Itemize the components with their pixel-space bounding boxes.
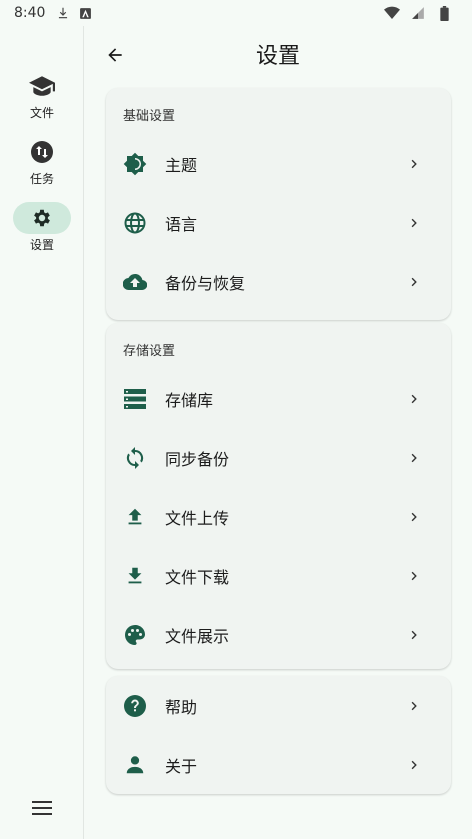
school-icon bbox=[29, 75, 55, 97]
settings-item-label: 语言 bbox=[165, 214, 198, 234]
settings-item-file-download[interactable]: 文件下载 bbox=[106, 546, 451, 605]
status-bar: 8:40 bbox=[0, 0, 472, 26]
rail-label-settings: 设置 bbox=[29, 238, 54, 252]
rail-pill-tasks bbox=[13, 136, 71, 168]
status-time: 8:40 bbox=[14, 5, 46, 21]
settings-item-label: 主题 bbox=[165, 155, 198, 175]
settings-item-label: 文件下载 bbox=[165, 567, 230, 587]
menu-icon bbox=[32, 800, 52, 816]
settings-item-label: 备份与恢复 bbox=[165, 273, 246, 293]
settings-item-file-upload[interactable]: 文件上传 bbox=[106, 487, 451, 546]
settings-item-file-display[interactable]: 文件展示 bbox=[106, 605, 451, 664]
app-notification-icon bbox=[77, 5, 93, 21]
brightness-icon bbox=[123, 152, 147, 176]
settings-item-label: 关于 bbox=[165, 756, 198, 776]
rail-item-settings[interactable]: 设置 bbox=[0, 202, 84, 262]
settings-item-language[interactable]: 语言 bbox=[106, 193, 451, 252]
chevron-right-icon bbox=[407, 451, 421, 465]
chevron-right-icon bbox=[407, 392, 421, 406]
globe-icon bbox=[123, 211, 147, 235]
settings-item-label: 帮助 bbox=[165, 697, 198, 717]
sync-icon bbox=[123, 446, 147, 470]
settings-item-backup-restore[interactable]: 备份与恢复 bbox=[106, 252, 451, 311]
rail-label-tasks: 任务 bbox=[29, 172, 54, 186]
page-title: 设置 bbox=[255, 44, 300, 69]
signal-icon bbox=[410, 5, 426, 21]
storage-icon bbox=[123, 387, 147, 411]
swap-icon bbox=[30, 140, 54, 164]
settings-item-label: 同步备份 bbox=[165, 449, 230, 469]
section-storage-settings: 存储设置 存储库 同步备份 文件上传 文件下载 文件展示 bbox=[106, 323, 451, 669]
person-icon bbox=[123, 753, 147, 777]
settings-item-theme[interactable]: 主题 bbox=[106, 134, 451, 193]
gear-icon bbox=[31, 207, 53, 229]
settings-item-label: 文件上传 bbox=[165, 508, 230, 528]
chevron-right-icon bbox=[407, 216, 421, 230]
settings-item-label: 文件展示 bbox=[165, 626, 230, 646]
chevron-right-icon bbox=[407, 758, 421, 772]
cloud-upload-icon bbox=[123, 270, 147, 294]
rail-item-files[interactable]: 文件 bbox=[0, 70, 84, 130]
section-other: 帮助 关于 bbox=[106, 676, 451, 794]
rail-label-files: 文件 bbox=[29, 106, 54, 120]
rail-pill-settings bbox=[13, 202, 71, 234]
chevron-right-icon bbox=[407, 275, 421, 289]
settings-item-repository[interactable]: 存储库 bbox=[106, 369, 451, 428]
palette-icon bbox=[123, 623, 147, 647]
help-icon bbox=[123, 694, 147, 718]
chevron-right-icon bbox=[407, 699, 421, 713]
rail-item-tasks[interactable]: 任务 bbox=[0, 136, 84, 196]
settings-item-label: 存储库 bbox=[165, 390, 214, 410]
settings-item-sync-backup[interactable]: 同步备份 bbox=[106, 428, 451, 487]
chevron-right-icon bbox=[407, 157, 421, 171]
navigation-rail: 文件 任务 设置 bbox=[0, 26, 84, 839]
section-basic-settings: 基础设置 主题 语言 备份与恢复 bbox=[106, 88, 451, 320]
wifi-icon bbox=[384, 5, 400, 21]
download-icon bbox=[123, 564, 147, 588]
settings-item-help[interactable]: 帮助 bbox=[106, 676, 451, 735]
menu-button[interactable] bbox=[26, 792, 58, 824]
chevron-right-icon bbox=[407, 628, 421, 642]
section-title: 存储设置 bbox=[123, 344, 176, 359]
chevron-right-icon bbox=[407, 510, 421, 524]
battery-icon bbox=[436, 5, 452, 21]
section-title: 基础设置 bbox=[123, 109, 176, 124]
settings-item-about[interactable]: 关于 bbox=[106, 735, 451, 794]
download-notification-icon bbox=[55, 5, 71, 21]
rail-pill-files bbox=[13, 70, 71, 102]
upload-icon bbox=[123, 505, 147, 529]
chevron-right-icon bbox=[407, 569, 421, 583]
